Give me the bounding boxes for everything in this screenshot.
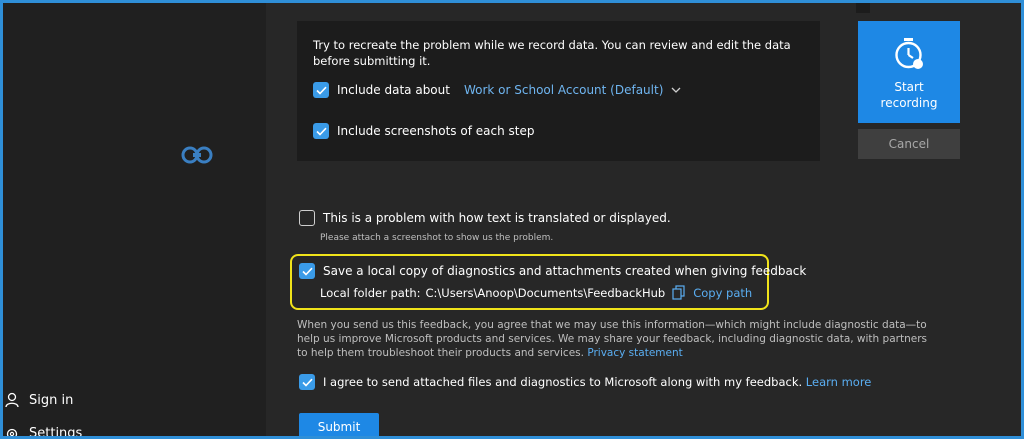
scrollbar-top[interactable] <box>856 3 870 13</box>
translation-row: This is a problem with how text is trans… <box>299 210 671 226</box>
folder-path-prefix: Local folder path: <box>320 285 421 300</box>
agree-label: I agree to send attached files and diagn… <box>323 375 803 389</box>
app-window: Sign in Settings Try to recreate the pro… <box>3 3 1021 436</box>
chevron-down-icon <box>671 87 681 93</box>
translation-hint: Please attach a screenshot to show us th… <box>320 233 554 243</box>
sign-in-label: Sign in <box>29 392 74 408</box>
agree-row: I agree to send attached files and diagn… <box>299 374 871 390</box>
gear-icon <box>6 428 18 436</box>
agree-checkbox[interactable] <box>299 374 315 390</box>
copy-icon <box>672 285 685 300</box>
sidebar-item-settings[interactable]: Settings <box>5 426 82 436</box>
include-data-label: Include data about <box>337 83 450 97</box>
copy-path-link[interactable]: Copy path <box>672 285 752 300</box>
start-recording-button[interactable]: Start recording <box>858 21 960 123</box>
record-intro-text: Try to recreate the problem while we rec… <box>313 38 791 68</box>
include-screenshots-label: Include screenshots of each step <box>337 124 535 138</box>
person-icon <box>5 392 19 408</box>
include-screenshots-row: Include screenshots of each step <box>313 123 534 139</box>
folder-path-value: C:\Users\Anoop\Documents\FeedbackHub <box>425 285 666 300</box>
account-select[interactable]: Work or School Account (Default) <box>464 83 681 97</box>
main-panel: Try to recreate the problem while we rec… <box>266 3 1021 436</box>
checkmark-icon <box>315 127 327 136</box>
include-data-checkbox[interactable] <box>313 82 329 98</box>
checkmark-icon <box>301 267 313 276</box>
include-screenshots-checkbox[interactable] <box>313 123 329 139</box>
include-data-row: Include data about Work or School Accoun… <box>313 82 681 98</box>
account-select-value: Work or School Account (Default) <box>463 83 664 97</box>
save-copy-checkbox[interactable] <box>299 263 315 279</box>
translation-checkbox[interactable] <box>299 210 315 226</box>
copy-path-label: Copy path <box>693 285 753 300</box>
checkmark-icon <box>301 378 313 387</box>
record-panel: Try to recreate the problem while we rec… <box>297 21 820 161</box>
cancel-button[interactable]: Cancel <box>858 129 960 159</box>
sidebar-item-sign-in[interactable]: Sign in <box>5 392 73 408</box>
submit-button[interactable]: Submit <box>299 413 379 436</box>
privacy-statement-link[interactable]: Privacy statement <box>587 347 682 359</box>
folder-path-row: Local folder path: C:\Users\Anoop\Docume… <box>320 285 752 300</box>
start-label-line1: Start <box>894 80 924 94</box>
stopwatch-icon <box>895 38 923 69</box>
community-logo-icon <box>181 146 213 164</box>
consent-text-block: When you send us this feedback, you agre… <box>297 318 927 360</box>
settings-label: Settings <box>29 426 83 436</box>
checkmark-icon <box>315 86 327 95</box>
translation-label: This is a problem with how text is trans… <box>323 211 671 225</box>
save-copy-label: Save a local copy of diagnostics and att… <box>323 264 807 278</box>
start-label-line2: recording <box>880 96 938 110</box>
sidebar: Sign in Settings <box>3 3 266 436</box>
save-copy-row: Save a local copy of diagnostics and att… <box>299 263 806 279</box>
learn-more-link[interactable]: Learn more <box>806 375 872 389</box>
